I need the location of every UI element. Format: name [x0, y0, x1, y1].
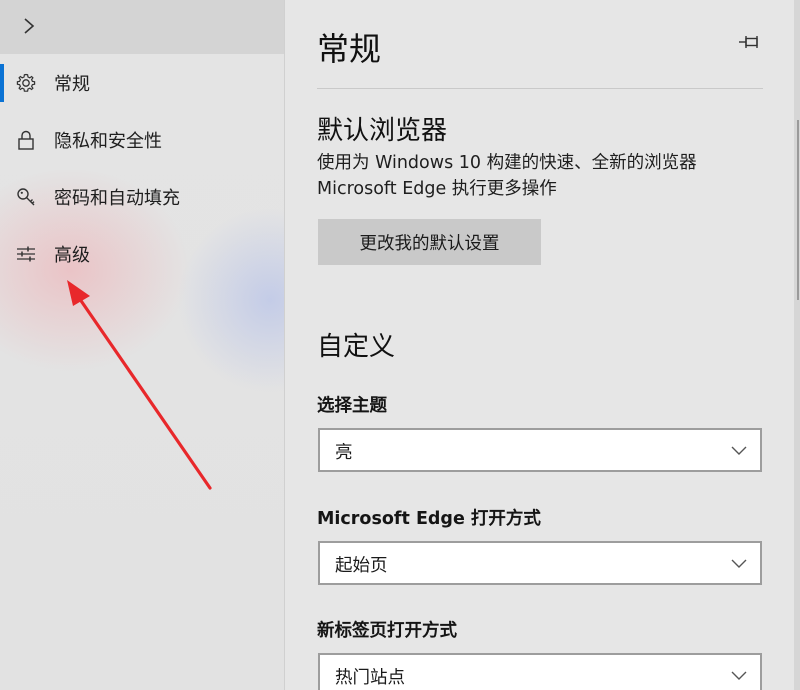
nav-item-label: 密码和自动填充	[54, 188, 180, 209]
change-default-button[interactable]: 更改我的默认设置	[318, 219, 541, 265]
new-tab-select[interactable]: 热门站点	[318, 653, 762, 690]
theme-select-value: 亮	[335, 443, 353, 463]
nav-item-advanced[interactable]: 高级	[0, 229, 284, 279]
open-with-select[interactable]: 起始页	[318, 541, 762, 585]
page-title: 常规	[317, 30, 382, 68]
gear-icon	[14, 71, 38, 95]
chevron-down-icon	[731, 559, 747, 568]
chevron-right-icon	[24, 18, 35, 34]
chevron-down-icon	[731, 446, 747, 455]
key-icon	[14, 185, 38, 209]
edge-settings-window: 常规 隐私和安全性 密码和自动填充 高级 常规 默认浏览器 使用为 Window…	[0, 0, 800, 690]
settings-content-panel: 常规 默认浏览器 使用为 Windows 10 构建的快速、全新的浏览器 Mic…	[284, 0, 795, 690]
nav-item-general[interactable]: 常规	[0, 58, 284, 108]
settings-nav-pane: 常规 隐私和安全性 密码和自动填充 高级	[0, 0, 284, 690]
scrollbar[interactable]	[794, 0, 800, 690]
new-tab-select-value: 热门站点	[335, 668, 405, 688]
description-line: 使用为 Windows 10 构建的快速、全新的浏览器	[317, 153, 697, 173]
sliders-icon	[14, 242, 38, 266]
new-tab-label: 新标签页打开方式	[317, 621, 457, 641]
chevron-down-icon	[731, 671, 747, 680]
title-divider	[317, 88, 763, 89]
lock-icon	[14, 128, 38, 152]
nav-expand-button[interactable]	[0, 0, 284, 54]
nav-item-label: 高级	[54, 245, 90, 266]
default-browser-heading: 默认浏览器	[317, 116, 448, 146]
default-browser-description: 使用为 Windows 10 构建的快速、全新的浏览器 Microsoft Ed…	[317, 150, 767, 202]
nav-item-label: 常规	[54, 74, 90, 95]
description-line: Microsoft Edge 执行更多操作	[317, 179, 557, 199]
theme-select[interactable]: 亮	[318, 428, 762, 472]
open-with-label: Microsoft Edge 打开方式	[317, 509, 541, 529]
open-with-select-value: 起始页	[335, 556, 388, 576]
active-indicator	[0, 64, 4, 102]
scrollbar-thumb[interactable]	[797, 120, 799, 300]
nav-item-passwords-autofill[interactable]: 密码和自动填充	[0, 172, 284, 222]
theme-label: 选择主题	[317, 396, 387, 416]
customize-heading: 自定义	[317, 332, 396, 362]
pin-icon[interactable]	[737, 32, 763, 52]
nav-item-label: 隐私和安全性	[54, 131, 162, 152]
nav-item-privacy-security[interactable]: 隐私和安全性	[0, 115, 284, 165]
